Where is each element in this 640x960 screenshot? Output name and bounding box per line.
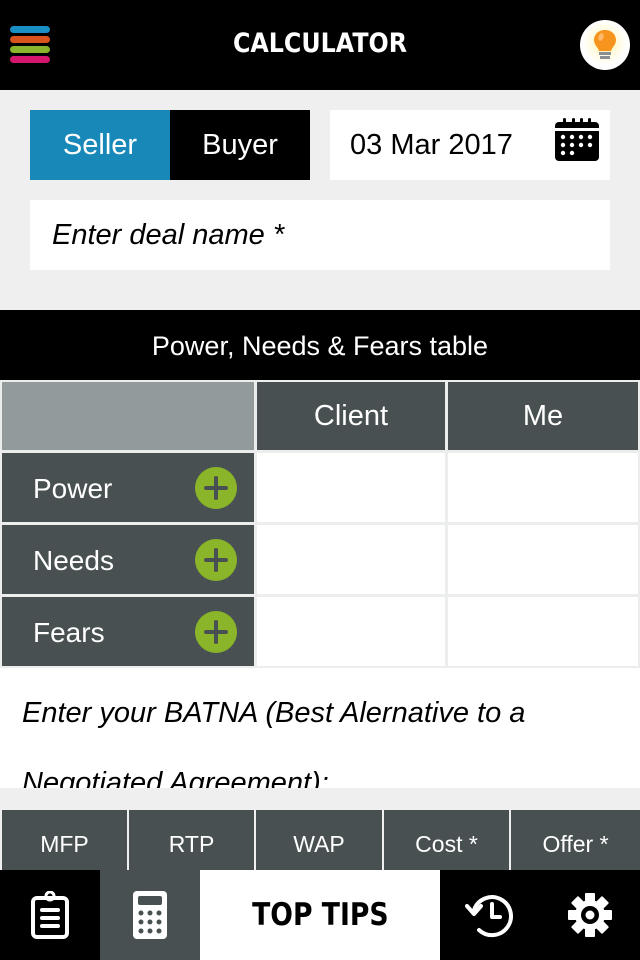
lightbulb-icon bbox=[594, 30, 616, 59]
nav-top-tips[interactable]: TOP TIPS bbox=[200, 870, 440, 960]
clipboard-icon bbox=[31, 891, 69, 939]
row-label-text: Power bbox=[33, 473, 113, 504]
add-fears-button[interactable] bbox=[195, 611, 237, 653]
row-label-fears: Fears bbox=[2, 597, 254, 666]
column-header-client: Client bbox=[257, 382, 445, 450]
nav-settings[interactable] bbox=[540, 870, 640, 960]
add-power-button[interactable] bbox=[195, 467, 237, 509]
power-client-cell[interactable] bbox=[257, 453, 445, 522]
row-label-text: Fears bbox=[33, 617, 105, 648]
app-header: CALCULATOR bbox=[0, 0, 640, 90]
rtp-button[interactable]: RTP bbox=[129, 810, 254, 870]
wap-button[interactable]: WAP bbox=[256, 810, 382, 870]
price-buttons-row: MFP RTP WAP Cost * Offer * bbox=[0, 810, 640, 870]
role-toggle: Seller Buyer bbox=[30, 110, 310, 180]
calculator-screen: CALCULATOR Seller Buyer 03 Mar 2017 Ente… bbox=[0, 0, 640, 960]
power-me-cell[interactable] bbox=[448, 453, 638, 522]
row-label-power: Power bbox=[2, 453, 254, 522]
nav-calculator[interactable] bbox=[100, 870, 200, 960]
row-label-text: Needs bbox=[33, 545, 114, 576]
table-corner-cell bbox=[2, 382, 254, 450]
pnf-table: Client Me Power Needs Fears bbox=[0, 380, 640, 668]
needs-me-cell[interactable] bbox=[448, 525, 638, 594]
pnf-table-title: Power, Needs & Fears table bbox=[0, 310, 640, 380]
date-value: 03 Mar 2017 bbox=[350, 129, 513, 161]
needs-client-cell[interactable] bbox=[257, 525, 445, 594]
row-label-needs: Needs bbox=[2, 525, 254, 594]
deal-name-input[interactable] bbox=[30, 200, 610, 270]
nav-notes[interactable] bbox=[0, 870, 100, 960]
calendar-icon[interactable] bbox=[554, 118, 600, 162]
add-needs-button[interactable] bbox=[195, 539, 237, 581]
seller-button[interactable]: Seller bbox=[30, 110, 170, 180]
column-header-me: Me bbox=[448, 382, 638, 450]
offer-button[interactable]: Offer * bbox=[511, 810, 640, 870]
cost-button[interactable]: Cost * bbox=[384, 810, 509, 870]
calculator-icon bbox=[133, 891, 167, 939]
history-icon bbox=[465, 895, 513, 938]
top-tips-label: TOP TIPS bbox=[251, 897, 389, 933]
divider bbox=[0, 788, 640, 810]
nav-history[interactable] bbox=[440, 870, 540, 960]
fears-client-cell[interactable] bbox=[257, 597, 445, 666]
mfp-button[interactable]: MFP bbox=[2, 810, 127, 870]
buyer-button[interactable]: Buyer bbox=[170, 110, 310, 180]
gear-icon bbox=[568, 893, 612, 937]
page-title: CALCULATOR bbox=[232, 28, 408, 59]
batna-section: Enter your BATNA (Best Alernative to a N… bbox=[0, 668, 640, 788]
bottom-nav: TOP TIPS bbox=[0, 870, 640, 960]
fears-me-cell[interactable] bbox=[448, 597, 638, 666]
lightbulb-button[interactable] bbox=[580, 20, 630, 70]
batna-input[interactable]: Enter your BATNA (Best Alernative to a N… bbox=[22, 678, 622, 788]
